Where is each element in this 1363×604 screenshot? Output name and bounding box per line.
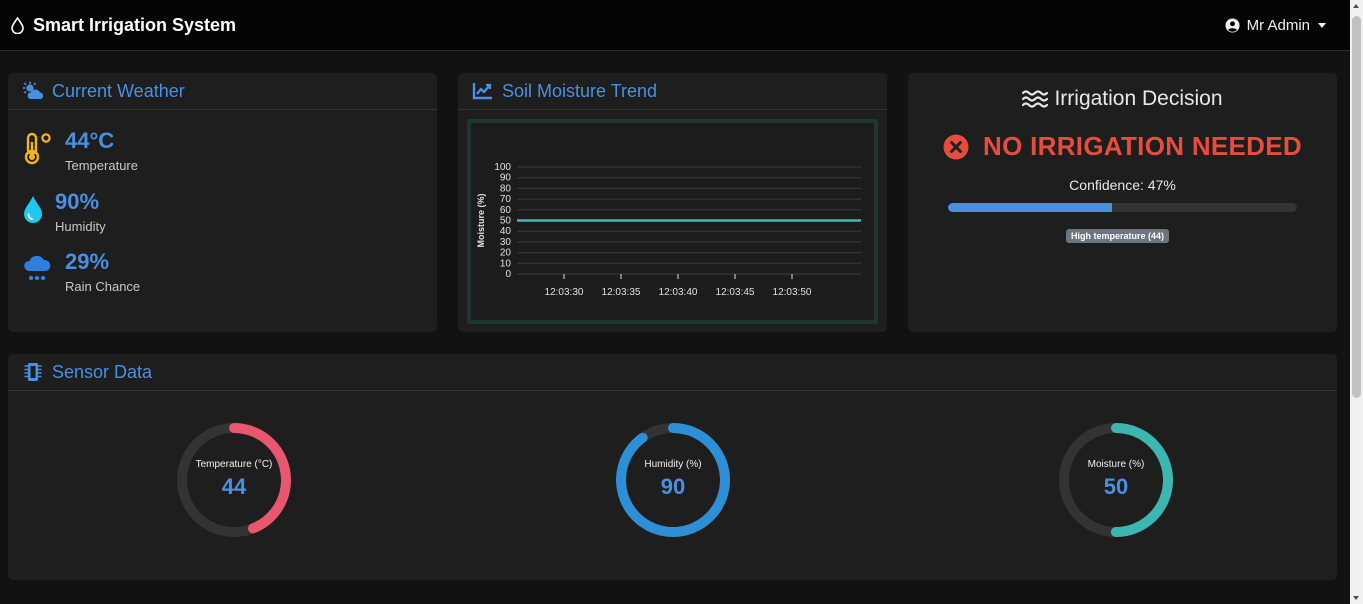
moisture-gauge-value: 50 [1103,473,1129,499]
water-drop-icon [11,16,24,34]
x-tick-label: 12:03:35 [602,287,641,298]
weather-card-header: Current Weather [8,73,437,110]
user-circle-icon [1225,17,1240,33]
sun-cloud-icon [23,81,44,99]
times-circle-icon [943,134,969,159]
moisture-chart: 0 10 20 30 40 50 60 70 80 90 100 12:03:30 12:03:35 12… [467,119,878,324]
y-tick-label: 50 [500,216,512,227]
y-tick-label: 30 [500,237,512,248]
weather-title: Current Weather [52,80,185,101]
thermometer-icon [24,132,51,165]
weather-temperature-label: Temperature [65,158,138,173]
weather-humidity-value: 90% [55,189,100,214]
y-tick-label: 70 [500,194,512,205]
x-tick-label: 12:03:30 [545,287,584,298]
temperature-gauge-value: 44 [221,473,247,499]
user-menu[interactable]: Mr Admin [1225,17,1326,34]
y-tick-label: 60 [500,205,512,216]
trend-title: Soil Moisture Trend [502,80,658,101]
y-tick-label: 10 [500,258,512,269]
trend-card: Soil Moisture Trend 0 10 20 30 40 50 60 70 80 90 1… [458,73,887,332]
y-tick-label: 90 [500,173,512,184]
reason-badge: High temperature (44) [1066,229,1170,243]
y-tick-label: 100 [494,162,511,173]
sensor-card: Sensor Data Temperature (°C) 44 Humidity… [8,354,1337,580]
weather-rain-value: 29% [65,249,110,274]
line-chart-icon [472,83,492,100]
confidence-progress-fill [948,203,1113,212]
confidence-progress [948,203,1297,212]
scrollbar-thumb[interactable] [1352,16,1361,398]
weather-humidity: 90% Humidity [22,189,106,234]
navbar: Smart Irrigation System Mr Admin [0,0,1350,51]
x-tick-label: 12:03:50 [773,287,812,298]
cloud-rain-icon [24,255,51,281]
temperature-gauge: Temperature (°C) 44 [168,414,300,546]
moisture-gauge-label: Moisture (%) [1087,458,1145,470]
temperature-gauge-label: Temperature (°C) [195,458,273,470]
weather-temperature-value: 44°C [65,128,115,153]
sensor-card-header: Sensor Data [8,354,1337,391]
weather-temperature: 44°C Temperature [22,128,138,173]
sensor-title: Sensor Data [52,361,153,382]
chevron-down-icon [1318,22,1326,28]
humidity-gauge-value: 90 [660,473,686,499]
weather-rain-label: Rain Chance [65,279,141,294]
decision-header: Irrigation Decision [908,87,1337,111]
page-scrollbar[interactable] [1350,0,1363,604]
y-tick-label: 0 [505,269,511,280]
decision-status-text: NO IRRIGATION NEEDED [983,131,1302,161]
y-tick-label: 40 [500,226,512,237]
app-title: Smart Irrigation System [33,14,237,35]
humidity-gauge-label: Humidity (%) [644,458,702,470]
weather-rain-chance: 29% Rain Chance [22,249,140,294]
humidity-gauge: Humidity (%) 90 [607,414,739,546]
water-waves-icon [1022,90,1049,108]
weather-humidity-label: Humidity [55,219,106,234]
water-drop-icon [24,196,42,223]
moisture-chart-svg: 0102030405060708090100 12:03:30 12:03:35 12… [476,162,861,298]
x-tick-label: 12:03:45 [716,287,755,298]
microchip-icon [24,363,42,381]
weather-card: Current Weather 44°C Temperature 90% Hum… [8,73,437,332]
y-tick-label: 80 [500,183,512,194]
x-tick-label: 12:03:40 [659,287,698,298]
decision-title: Irrigation Decision [1054,87,1223,110]
y-axis-label: Moisture (%) [476,193,486,247]
scroll-down-arrow-icon[interactable] [1353,596,1359,600]
user-name: Mr Admin [1246,16,1310,34]
decision-status: NO IRRIGATION NEEDED [908,131,1337,162]
brand[interactable]: Smart Irrigation System [10,15,236,36]
scroll-up-arrow-icon[interactable] [1353,4,1359,8]
confidence-label: Confidence: 47% [1069,177,1176,193]
trend-card-header: Soil Moisture Trend [458,73,887,110]
moisture-gauge: Moisture (%) 50 [1050,414,1182,546]
y-tick-label: 20 [500,248,512,259]
decision-card: Irrigation Decision NO IRRIGATION NEEDED… [908,73,1337,332]
